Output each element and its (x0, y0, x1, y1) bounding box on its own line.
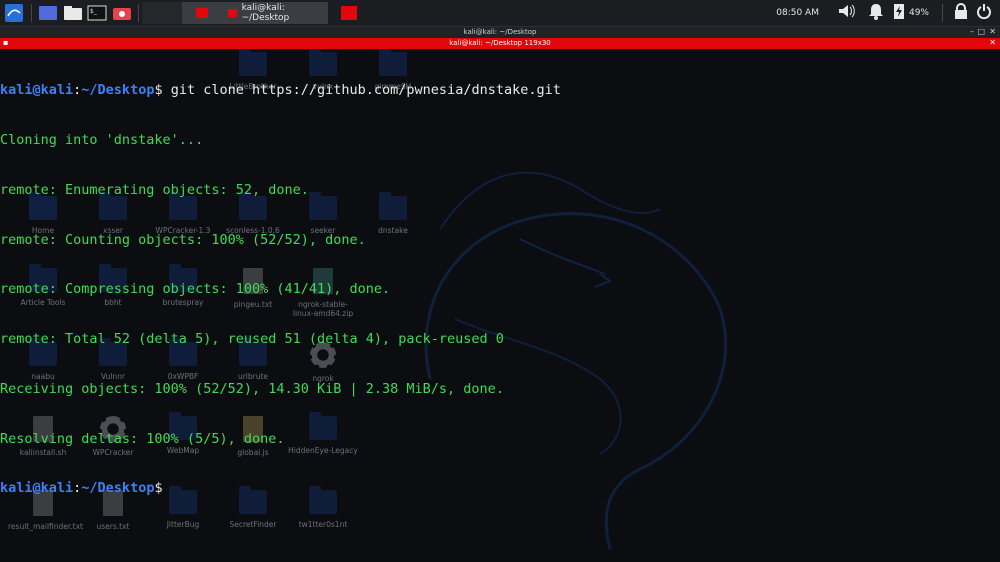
maximize-button[interactable]: □ (977, 27, 985, 36)
terminal-output-area[interactable]: kali@kali:~/Desktop$ git clone https://g… (0, 49, 1000, 496)
svg-text:$_: $_ (90, 8, 98, 15)
screen-recorder-button[interactable] (109, 2, 135, 24)
output-line: remote: Compressing objects: 100% (41/41… (0, 281, 391, 298)
window-thumbnail-icon (196, 8, 208, 18)
desktop-icon-label: users.txt (96, 522, 130, 531)
minimize-button[interactable]: – (970, 27, 974, 36)
prompt-path: ~/Desktop (81, 82, 155, 99)
output-line: Receiving objects: 100% (52/52), 14.30 K… (0, 380, 504, 397)
battery-percent: 49% (908, 8, 929, 18)
desktop-icon-label: result_mailfinder.txt (8, 522, 83, 531)
battery-icon[interactable] (893, 2, 905, 24)
folder-icon (64, 6, 82, 20)
prompt-user: kali@kali (0, 82, 74, 99)
panel-separator (942, 4, 943, 22)
desktop-icon-label: JitterBug (166, 520, 200, 529)
camera-icon (113, 8, 131, 20)
prompt-path: ~/Desktop (81, 480, 155, 497)
terminal-tab-title: kali@kali: ~/Desktop 119x30 (449, 39, 551, 47)
prompt-symbol: $ (154, 82, 163, 99)
terminal-icon: $_ (87, 5, 107, 21)
desktop-icon-label: SecretFinder (229, 520, 277, 529)
command-text: git clone https://github.com/pwnesia/dns… (162, 82, 561, 99)
clock[interactable]: 08:50 AM (776, 8, 819, 18)
volume-icon[interactable] (837, 2, 857, 24)
terminal-title: kali@kali: ~/Desktop (463, 28, 537, 36)
taskbar-window-2[interactable] (334, 2, 364, 24)
show-desktop-button[interactable] (35, 2, 61, 24)
workspace-2[interactable] (182, 2, 222, 24)
lock-icon[interactable] (954, 3, 968, 23)
top-panel: $_ kali@kali: ~/Desktop 08:50 AM 49% (0, 0, 1000, 27)
output-line: remote: Total 52 (delta 5), reused 51 (d… (0, 331, 504, 348)
power-icon[interactable] (976, 3, 992, 23)
current-prompt-line: kali@kali:~/Desktop$ (0, 480, 1000, 497)
terminal-tab-bar[interactable]: ▪ kali@kali: ~/Desktop 119x30 ✕ (0, 38, 1000, 49)
kali-menu-button[interactable] (0, 2, 28, 24)
system-tray: 08:50 AM 49% (776, 0, 1000, 26)
panel-separator (138, 4, 139, 22)
kali-logo-icon (5, 4, 23, 22)
prompt-user: kali@kali (0, 480, 74, 497)
output-line: remote: Enumerating objects: 52, done. (0, 181, 309, 198)
terminal-launcher-button[interactable]: $_ (85, 2, 109, 24)
terminal-titlebar[interactable]: kali@kali: ~/Desktop – □ ✕ (0, 27, 1000, 38)
taskbar-window-title: kali@kali: ~/Desktop (241, 3, 290, 23)
app-icon (341, 6, 357, 20)
prompt-symbol: $ (154, 480, 163, 497)
close-button[interactable]: ✕ (989, 27, 996, 36)
workspace-1[interactable] (142, 2, 182, 24)
output-line: Cloning into 'dnstake'... (0, 131, 204, 148)
close-tab-icon[interactable]: ✕ (989, 38, 996, 47)
desktop-icon (39, 6, 57, 20)
command-line: kali@kali:~/Desktop$ git clone https://g… (0, 82, 1000, 99)
file-manager-button[interactable] (61, 2, 85, 24)
panel-separator (31, 4, 32, 22)
output-line: Resolving deltas: 100% (5/5), done. (0, 430, 285, 447)
output-line: remote: Counting objects: 100% (52/52), … (0, 231, 366, 248)
terminal-window-icon (228, 9, 237, 17)
notification-bell-icon[interactable] (867, 2, 885, 24)
taskbar-terminal-window[interactable]: kali@kali: ~/Desktop (222, 2, 328, 24)
desktop-icon-label: tw1tter0s1nt (298, 520, 348, 529)
